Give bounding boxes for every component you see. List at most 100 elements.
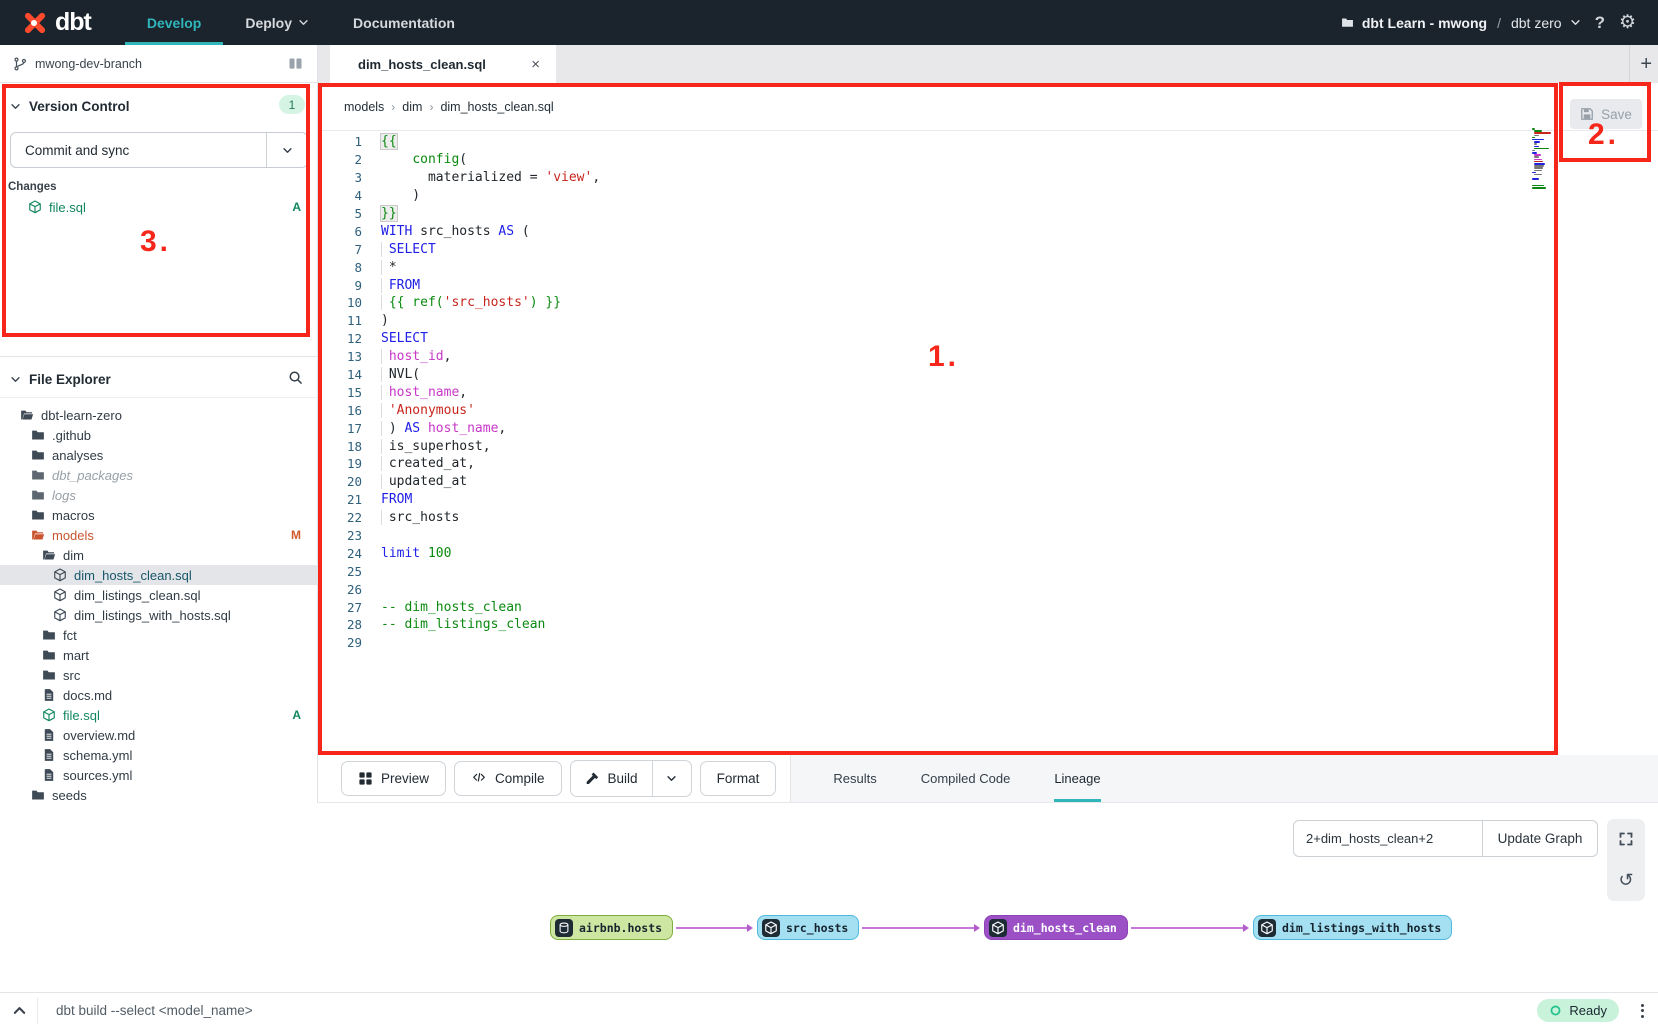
tree-item-schema.yml[interactable]: schema.yml bbox=[0, 745, 317, 765]
tree-item-fct[interactable]: fct bbox=[0, 625, 317, 645]
status-circle-icon bbox=[1549, 1004, 1562, 1017]
help-icon[interactable]: ? bbox=[1595, 13, 1605, 33]
cube-icon bbox=[989, 919, 1007, 937]
line-number: 8 bbox=[318, 260, 381, 275]
editor-tab-label: dim_hosts_clean.sql bbox=[358, 57, 486, 72]
build-button[interactable]: Build bbox=[571, 761, 652, 796]
file-explorer-header[interactable]: File Explorer bbox=[0, 366, 317, 392]
file-icon bbox=[42, 748, 56, 762]
code-line: 10 {{ ref('src_hosts') }} bbox=[318, 294, 1658, 312]
line-number: 16 bbox=[318, 403, 381, 418]
code-line: 22 src_hosts bbox=[318, 509, 1658, 527]
branch-bar[interactable]: mwong-dev-branch bbox=[0, 45, 318, 83]
tree-item-seeds[interactable]: seeds bbox=[0, 785, 317, 805]
line-number: 28 bbox=[318, 617, 381, 632]
tab-results[interactable]: Results bbox=[833, 755, 876, 802]
tree-item-file.sql[interactable]: file.sqlA bbox=[0, 705, 317, 725]
nav-develop[interactable]: Develop bbox=[125, 0, 223, 45]
lineage-node-dim_listings_with_hosts[interactable]: dim_listings_with_hosts bbox=[1253, 915, 1452, 940]
tree-item-src[interactable]: src bbox=[0, 665, 317, 685]
line-number: 14 bbox=[318, 367, 381, 382]
model-cube-icon bbox=[53, 568, 67, 582]
editor-tab[interactable]: dim_hosts_clean.sql × bbox=[330, 45, 556, 83]
compile-button[interactable]: Compile bbox=[454, 761, 562, 796]
new-tab-button[interactable]: + bbox=[1629, 45, 1652, 83]
lineage-edge bbox=[676, 927, 747, 929]
nav-documentation[interactable]: Documentation bbox=[331, 0, 477, 45]
minimap[interactable] bbox=[1532, 128, 1556, 191]
commit-and-sync-button[interactable]: Commit and sync bbox=[10, 132, 308, 168]
tree-item-dim_hosts_clean.sql[interactable]: dim_hosts_clean.sql bbox=[0, 565, 317, 585]
model-cube-icon bbox=[42, 708, 56, 722]
model-cube-icon bbox=[53, 608, 67, 622]
split-editor-icon[interactable] bbox=[288, 56, 303, 71]
build-options-chevron[interactable] bbox=[652, 761, 691, 796]
status-badge[interactable]: Ready bbox=[1537, 999, 1619, 1022]
project-selector[interactable]: dbt Learn - mwong / dbt zero bbox=[1341, 15, 1581, 31]
tree-item-docs.md[interactable]: docs.md bbox=[0, 685, 317, 705]
tree-item-dim_listings_with_hosts.sql[interactable]: dim_listings_with_hosts.sql bbox=[0, 605, 317, 625]
chevron-right-icon: › bbox=[429, 100, 433, 114]
line-number: 10 bbox=[318, 295, 381, 310]
close-icon[interactable]: × bbox=[531, 56, 540, 73]
commit-options-chevron[interactable] bbox=[266, 133, 307, 167]
line-number: 6 bbox=[318, 224, 381, 239]
model-cube-icon bbox=[53, 588, 67, 602]
tree-item-dim[interactable]: dim bbox=[0, 545, 317, 565]
cube-icon bbox=[762, 919, 780, 937]
search-icon[interactable] bbox=[288, 370, 303, 385]
command-input[interactable]: dbt build --select <model_name> bbox=[56, 1003, 253, 1018]
kebab-menu-icon[interactable] bbox=[1641, 1004, 1644, 1018]
tree-item-macros[interactable]: macros bbox=[0, 505, 317, 525]
edge-arrowhead-icon bbox=[1243, 924, 1249, 932]
file-explorer-title: File Explorer bbox=[29, 372, 111, 387]
tree-item-dbt_packages[interactable]: dbt_packages bbox=[0, 465, 317, 485]
save-button[interactable]: Save bbox=[1570, 99, 1642, 129]
line-number: 29 bbox=[318, 635, 381, 650]
folder-icon bbox=[42, 668, 56, 682]
code-line: 13 host_id, bbox=[318, 348, 1658, 366]
nav-deploy[interactable]: Deploy bbox=[223, 0, 331, 45]
reset-icon[interactable]: ↺ bbox=[1618, 871, 1633, 889]
code-line: 29 bbox=[318, 634, 1658, 652]
tree-item-overview.md[interactable]: overview.md bbox=[0, 725, 317, 745]
tree-item-models[interactable]: modelsM bbox=[0, 525, 317, 545]
line-number: 20 bbox=[318, 474, 381, 489]
line-number: 13 bbox=[318, 349, 381, 364]
tab-compiled-code[interactable]: Compiled Code bbox=[921, 755, 1011, 802]
lineage-node-airbnb.hosts[interactable]: airbnb.hosts bbox=[550, 915, 673, 940]
lineage-node-dim_hosts_clean[interactable]: dim_hosts_clean bbox=[984, 915, 1128, 940]
code-line: 9 FROM bbox=[318, 276, 1658, 294]
tree-item-logs[interactable]: logs bbox=[0, 485, 317, 505]
chevron-up-icon[interactable] bbox=[12, 1003, 27, 1018]
tree-item-mart[interactable]: mart bbox=[0, 645, 317, 665]
dbt-logo[interactable]: dbt bbox=[20, 8, 91, 37]
change-item-file.sql[interactable]: file.sql A bbox=[0, 197, 317, 217]
tree-item-.github[interactable]: .github bbox=[0, 425, 317, 445]
code-line: 17 ) AS host_name, bbox=[318, 419, 1658, 437]
lineage-panel: Update Graph ↺ airbnb.hosts src_hosts di… bbox=[0, 803, 1658, 992]
code-area[interactable]: 1{{2 config(3 materialized = 'view',4 )5… bbox=[318, 133, 1658, 755]
version-control-header[interactable]: Version Control 1 bbox=[0, 95, 317, 117]
git-branch-icon bbox=[13, 57, 27, 71]
preview-button[interactable]: Preview bbox=[341, 761, 446, 796]
line-number: 7 bbox=[318, 242, 381, 257]
code-line: 25 bbox=[318, 562, 1658, 580]
tree-item-analyses[interactable]: analyses bbox=[0, 445, 317, 465]
code-line: 1{{ bbox=[318, 133, 1658, 151]
code-line: 18 is_superhost, bbox=[318, 437, 1658, 455]
lineage-selector-input[interactable] bbox=[1293, 820, 1483, 857]
format-button[interactable]: Format bbox=[700, 761, 777, 796]
line-number: 5 bbox=[318, 206, 381, 221]
fullscreen-icon[interactable] bbox=[1618, 831, 1634, 847]
folder-icon bbox=[31, 488, 45, 502]
update-graph-button[interactable]: Update Graph bbox=[1482, 820, 1598, 857]
code-line: 23 bbox=[318, 527, 1658, 545]
result-tabs: Results Compiled Code Lineage bbox=[790, 755, 1658, 802]
lineage-node-src_hosts[interactable]: src_hosts bbox=[757, 915, 859, 940]
tree-item-dbt-learn-zero[interactable]: dbt-learn-zero bbox=[0, 405, 317, 425]
tree-item-dim_listings_clean.sql[interactable]: dim_listings_clean.sql bbox=[0, 585, 317, 605]
tab-lineage[interactable]: Lineage bbox=[1054, 755, 1100, 802]
gear-icon[interactable]: ⚙ bbox=[1619, 13, 1636, 32]
tree-item-sources.yml[interactable]: sources.yml bbox=[0, 765, 317, 785]
